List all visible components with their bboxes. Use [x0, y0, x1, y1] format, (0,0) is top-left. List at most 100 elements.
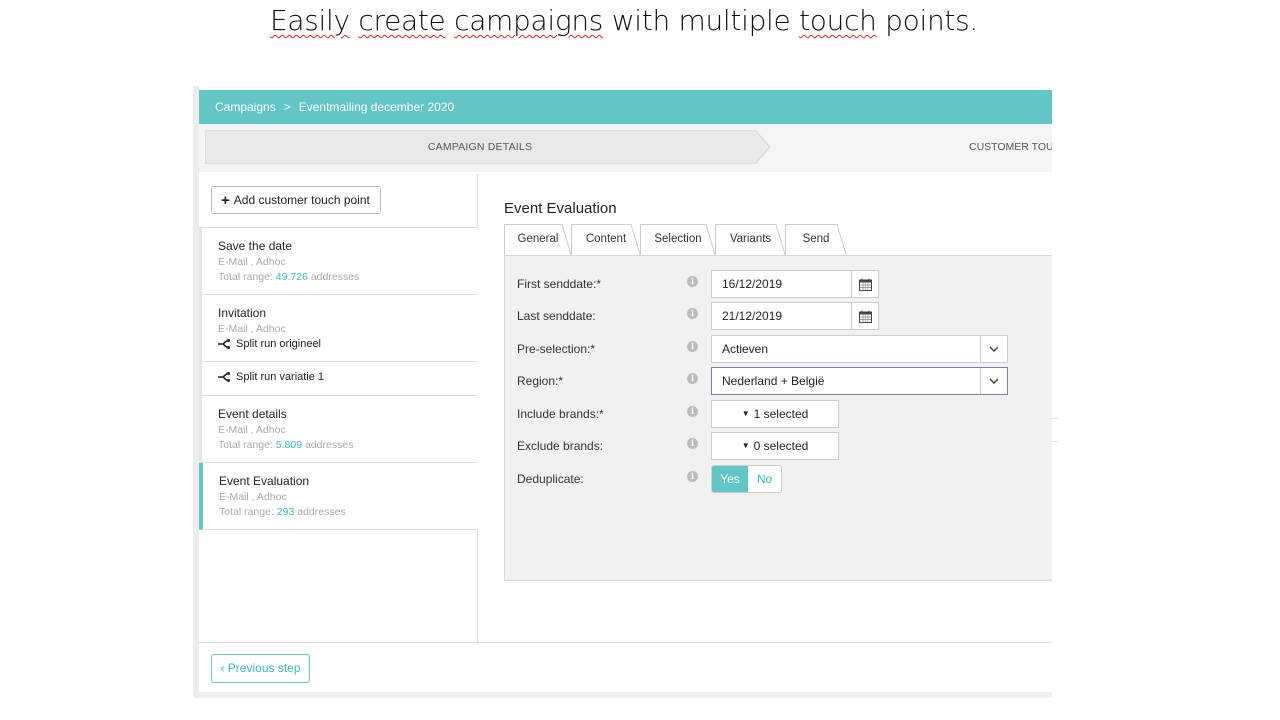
touch-point-sidebar: + Add customer touch point Save the date… [199, 174, 478, 642]
tab-label: Send [802, 233, 830, 245]
step-campaign-details[interactable]: CAMPAIGN DETAILS [205, 130, 771, 164]
info-icon[interactable]: i [687, 276, 698, 287]
deduplicate-label: Deduplicate: [517, 472, 584, 486]
wizard-steps: CAMPAIGN DETAILS CUSTOMER TOUC [199, 124, 1052, 172]
range-suffix: addresses [310, 271, 360, 283]
page-title: Event Evaluation [504, 200, 617, 217]
split-run-icon [218, 372, 230, 382]
preselection-value: Actieven [722, 342, 769, 356]
general-settings-panel: First senddate:* i 16/12/2019 Last sendd… [504, 255, 1052, 581]
first-senddate-value: 16/12/2019 [722, 277, 783, 291]
step-label: CAMPAIGN DETAILS [427, 141, 533, 153]
touch-point-item[interactable]: Invitation E-Mail , Adhoc Split run orig… [199, 295, 478, 362]
tab-label: Variants [729, 233, 772, 245]
touch-point-name: Save the date [218, 239, 293, 253]
info-icon[interactable]: i [687, 471, 698, 482]
touch-point-meta: E-Mail , Adhoc [218, 424, 286, 436]
preselection-row: Pre-selection:* i Actieven [517, 335, 1052, 363]
include-brands-value: 1 selected [753, 407, 809, 421]
include-brands-multiselect[interactable]: ▼ 1 selected [711, 400, 839, 428]
headline-word: create [358, 4, 446, 37]
touch-point-meta: E-Mail , Adhoc [218, 323, 286, 335]
tab-selection[interactable]: Selection [640, 224, 716, 256]
breadcrumb-current: Eventmailing december 2020 [298, 100, 455, 114]
plus-icon: + [221, 191, 230, 209]
info-icon[interactable]: i [687, 341, 698, 352]
tab-label: Selection [654, 233, 702, 245]
touch-point-meta: E-Mail , Adhoc [218, 256, 286, 268]
info-icon[interactable]: i [687, 373, 698, 384]
touch-point-item-active[interactable]: Event Evaluation E-Mail , Adhoc Total ra… [199, 463, 478, 530]
preselection-select[interactable]: Actieven [711, 335, 1008, 363]
touch-point-editor: Event Evaluation General Content Selecti… [479, 174, 1052, 642]
touch-point-meta: E-Mail , Adhoc [219, 491, 287, 503]
include-brands-label: Include brands:* [517, 407, 604, 421]
info-icon[interactable]: i [687, 308, 698, 319]
divider [1052, 418, 1058, 442]
range-prefix: Total range: [218, 271, 273, 283]
last-senddate-value: 21/12/2019 [722, 309, 783, 323]
range-value: 49.726 [275, 271, 308, 283]
first-senddate-label: First senddate:* [517, 277, 602, 291]
last-senddate-field[interactable]: 21/12/2019 [711, 302, 879, 330]
touch-point-range: Total range: 293 addresses [219, 506, 478, 518]
touch-point-item[interactable]: Split run variatie 1 [199, 362, 478, 396]
range-suffix: addresses [297, 506, 346, 518]
chevron-down-icon[interactable] [980, 368, 1007, 394]
breadcrumb: Campaigns > Eventmailing december 2020 [199, 90, 1052, 124]
last-senddate-label: Last senddate: [517, 309, 596, 323]
touch-point-item[interactable]: Event details E-Mail , Adhoc Total range… [199, 396, 478, 463]
wizard-footer: ‹ Previous step [199, 642, 1052, 698]
caret-down-icon: ▼ [741, 409, 750, 418]
breadcrumb-separator: > [283, 100, 291, 114]
deduplicate-yes-button[interactable]: Yes [712, 466, 748, 492]
tab-content[interactable]: Content [571, 224, 641, 256]
calendar-icon[interactable] [851, 271, 878, 297]
tab-variants[interactable]: Variants [715, 224, 786, 256]
tab-bar: General Content Selection Variants Send [504, 224, 1052, 256]
region-select[interactable]: Nederland + België [711, 367, 1008, 395]
first-senddate-field[interactable]: 16/12/2019 [711, 270, 879, 298]
tab-label: General [517, 233, 559, 245]
split-run-row: Split run variatie 1 [218, 371, 478, 383]
step-customer-touch-points[interactable]: CUSTOMER TOUC [969, 130, 1052, 164]
breadcrumb-root-link[interactable]: Campaigns [215, 100, 276, 114]
include-brands-row: Include brands:* i ▼ 1 selected [517, 400, 1052, 428]
split-run-label: Split run origineel [236, 338, 321, 350]
headline-word: points. [885, 4, 978, 37]
split-run-label: Split run variatie 1 [236, 371, 325, 383]
touch-point-range: Total range: 49.726 addresses [218, 271, 478, 283]
exclude-brands-multiselect[interactable]: ▼ 0 selected [711, 432, 839, 460]
headline-word: with multiple [611, 4, 791, 37]
touch-point-name: Event Evaluation [219, 474, 310, 488]
previous-step-button[interactable]: ‹ Previous step [211, 654, 310, 683]
calendar-icon[interactable] [851, 303, 878, 329]
tab-label: Content [585, 233, 627, 245]
range-value: 5.809 [275, 439, 303, 451]
touch-point-item[interactable]: Save the date E-Mail , Adhoc Total range… [199, 228, 478, 295]
range-value: 293 [276, 506, 295, 518]
deduplicate-no-button[interactable]: No [748, 466, 781, 492]
touch-point-range: Total range: 5.809 addresses [218, 439, 478, 451]
tab-general[interactable]: General [504, 224, 572, 256]
exclude-brands-row: Exclude brands: i ▼ 0 selected [517, 432, 1052, 460]
touch-point-name: Event details [218, 407, 287, 421]
chevron-down-icon[interactable] [980, 336, 1007, 362]
touch-point-list: Save the date E-Mail , Adhoc Total range… [199, 227, 478, 530]
tab-send[interactable]: Send [785, 224, 847, 256]
region-value: Nederland + België [722, 374, 825, 388]
add-touch-point-button[interactable]: + Add customer touch point [211, 186, 381, 214]
page-headline: Easily create campaigns with multiple to… [0, 4, 1248, 37]
info-icon[interactable]: i [687, 438, 698, 449]
split-run-row: Split run origineel [218, 338, 478, 350]
region-row: Region:* i Nederland + België [517, 367, 1052, 395]
info-icon[interactable]: i [687, 406, 698, 417]
add-touch-point-label: Add customer touch point [233, 193, 370, 207]
range-prefix: Total range: [219, 506, 274, 518]
first-senddate-row: First senddate:* i 16/12/2019 [517, 270, 1052, 298]
frame-bottom-edge [199, 692, 1052, 698]
exclude-brands-label: Exclude brands: [517, 439, 604, 453]
headline-word: Easily [270, 4, 350, 37]
caret-down-icon: ▼ [741, 441, 750, 450]
preselection-label: Pre-selection:* [517, 342, 596, 356]
